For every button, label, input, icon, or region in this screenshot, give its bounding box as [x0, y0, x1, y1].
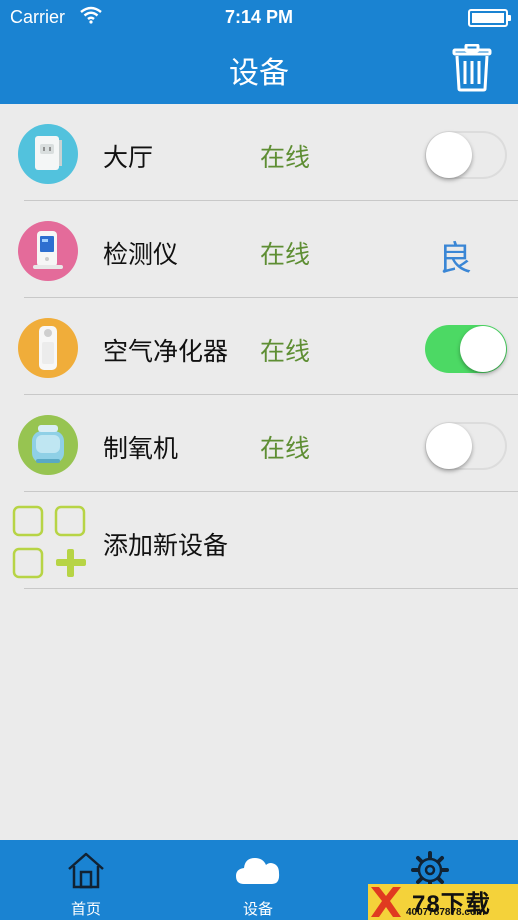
device-status: 在线	[260, 337, 311, 366]
device-row-purifier[interactable]: 空气净化器 在线	[0, 298, 518, 395]
add-device-label: 添加新设备	[103, 531, 229, 560]
status-bar: Carrier 7:14 PM	[0, 0, 518, 34]
device-row-oxygen[interactable]: 制氧机 在线	[0, 395, 518, 492]
divider	[24, 588, 518, 589]
air-quality-value: 良	[438, 239, 472, 279]
device-name: 检测仪	[103, 240, 179, 269]
tab-home[interactable]: 首页	[0, 840, 172, 920]
device-name: 大厅	[103, 143, 154, 172]
power-toggle[interactable]	[425, 325, 507, 373]
tab-label: 首页	[70, 900, 101, 918]
tab-devices[interactable]: 设备	[172, 840, 344, 920]
socket-icon	[18, 124, 78, 184]
power-toggle[interactable]	[425, 422, 507, 470]
device-status: 在线	[260, 143, 311, 172]
navigation-bar: 设备	[0, 34, 518, 104]
purifier-icon	[18, 318, 78, 378]
device-status: 在线	[260, 240, 311, 269]
device-row-detector[interactable]: 检测仪 在线 良	[0, 201, 518, 298]
device-list: 大厅 在线 检测仪 在线 良 空气净化器 在线 制氧机 在线 添加新设备	[0, 104, 518, 589]
page-title: 设备	[229, 56, 289, 91]
trash-icon[interactable]	[450, 44, 494, 92]
tab-label: 设备	[242, 900, 273, 918]
device-name: 空气净化器	[103, 337, 229, 366]
watermark-url: 4007787878.com	[406, 907, 485, 918]
detector-icon	[18, 221, 78, 281]
device-row-hall[interactable]: 大厅 在线	[0, 104, 518, 201]
clock: 7:14 PM	[224, 7, 294, 27]
oxygen-machine-icon	[18, 415, 78, 475]
home-icon	[68, 852, 104, 889]
battery-icon	[468, 9, 511, 27]
power-toggle[interactable]	[425, 131, 507, 179]
device-status: 在线	[260, 434, 311, 463]
cloud-icon	[236, 858, 280, 884]
device-name: 制氧机	[103, 434, 179, 463]
add-device-icon	[12, 505, 86, 579]
add-device-row[interactable]: 添加新设备	[0, 492, 518, 589]
